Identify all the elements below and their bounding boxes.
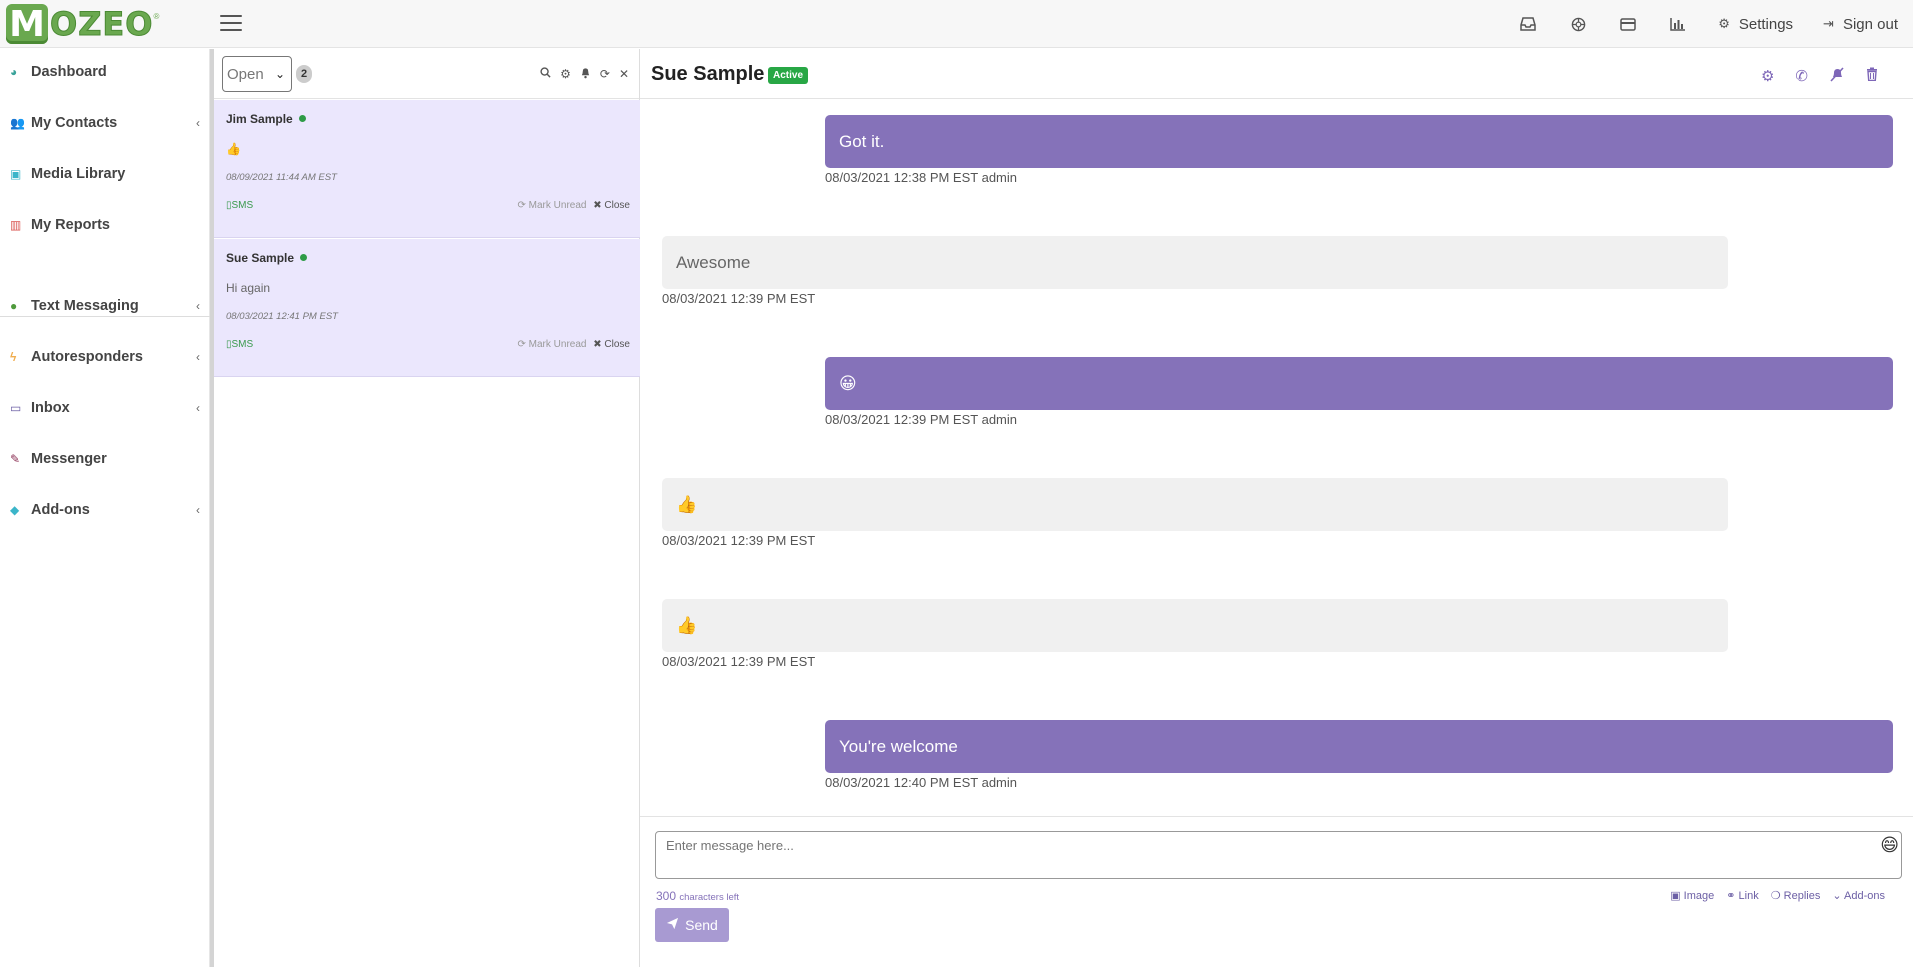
sidebar-item-my-reports[interactable]: ▥ My Reports: [0, 205, 210, 245]
chevron-left-icon: ‹: [196, 350, 200, 364]
incoming-message-bubble: Awesome: [662, 236, 1728, 289]
chevron-left-icon: ‹: [196, 299, 200, 313]
status-filter-select[interactable]: Open ⌄: [222, 56, 292, 92]
outgoing-message-bubble: You're welcome: [825, 720, 1893, 773]
top-navbar: M OZEO ® ⚙ Settings ⇥ Sign out: [0, 0, 1913, 48]
bar-chart-icon[interactable]: [1653, 0, 1703, 48]
message-meta: 08/03/2021 12:38 PM EST admin: [825, 170, 1017, 185]
settings-link[interactable]: ⚙ Settings: [1703, 0, 1808, 48]
message-meta: 08/03/2021 12:39 PM EST: [662, 654, 816, 669]
chevron-down-icon: ⌄: [1832, 890, 1842, 902]
bell-icon[interactable]: [580, 67, 591, 82]
sidebar-item-autoresponders[interactable]: ϟ Autoresponders ‹: [0, 337, 210, 377]
bar-chart-icon: ▥: [10, 218, 22, 232]
sidebar-item-messenger[interactable]: ✎ Messenger: [0, 439, 210, 479]
sms-channel-label: ▯SMS: [226, 339, 254, 350]
incoming-message-bubble: 👍: [662, 478, 1728, 531]
trash-icon[interactable]: [1866, 67, 1878, 86]
close-icon[interactable]: ✕: [619, 67, 629, 82]
inbox-icon: ▭: [10, 401, 22, 415]
message-meta: 08/03/2021 12:39 PM EST: [662, 291, 816, 306]
sidebar-item-add-ons[interactable]: ◆ Add-ons ‹: [0, 490, 210, 530]
sidebar-item-my-contacts[interactable]: 👥 My Contacts ‹: [0, 103, 210, 143]
credit-card-icon[interactable]: [1603, 0, 1653, 48]
refresh-icon[interactable]: ⟳: [600, 67, 610, 82]
search-icon[interactable]: [540, 67, 551, 82]
chevron-left-icon: ‹: [196, 503, 200, 517]
gear-icon[interactable]: ⚙: [560, 67, 571, 82]
close-conversation-button[interactable]: ✖ Close: [593, 200, 630, 211]
inbox-icon[interactable]: [1503, 0, 1553, 48]
mute-notifications-icon[interactable]: [1829, 67, 1845, 86]
chevron-left-icon: ‹: [196, 116, 200, 130]
chevron-down-icon: ⌄: [274, 67, 285, 81]
users-icon: 👥: [10, 116, 25, 130]
comments-icon: ●: [10, 299, 18, 313]
status-badge: Active: [768, 67, 809, 84]
bolt-icon: ϟ: [10, 350, 17, 364]
chevron-left-icon: ‹: [196, 401, 200, 415]
insert-image-button[interactable]: ▣ Image: [1670, 889, 1714, 902]
sidebar-item-inbox[interactable]: ▭ Inbox ‹: [0, 388, 210, 428]
sidebar-item-text-messaging[interactable]: ● Text Messaging ‹: [0, 286, 210, 326]
signout-link[interactable]: ⇥ Sign out: [1808, 0, 1913, 48]
diamond-icon: ◆: [10, 503, 20, 517]
sign-out-icon: ⇥: [1823, 16, 1834, 31]
gear-icon[interactable]: ⚙: [1761, 67, 1774, 86]
mozeo-logo[interactable]: M OZEO ®: [6, 4, 159, 45]
phone-icon[interactable]: ✆: [1795, 67, 1808, 86]
globe-icon[interactable]: [1553, 0, 1603, 48]
characters-left-counter: 300 characters left: [656, 889, 740, 903]
online-status-dot: [300, 254, 308, 261]
message-meta: 08/03/2021 12:39 PM EST: [662, 533, 816, 548]
emoji-picker-icon[interactable]: 😄: [1880, 835, 1899, 856]
send-button[interactable]: Send: [655, 908, 729, 942]
sidebar-item-media-library[interactable]: ▣ Media Library: [0, 154, 210, 194]
conversation-item[interactable]: Jim Sample 👍 08/09/2021 11:44 AM EST ▯SM…: [214, 100, 640, 238]
sidebar-item-dashboard[interactable]: ◕ Dashboard: [0, 52, 210, 92]
mark-unread-button[interactable]: ⟳ Mark Unread: [517, 200, 586, 211]
link-icon: ⚭: [1726, 890, 1736, 902]
insert-link-button[interactable]: ⚭ Link: [1726, 889, 1758, 902]
outgoing-message-bubble: 😀: [825, 357, 1893, 410]
plug-icon: ✎: [10, 452, 21, 466]
chat-panel: Sue Sample Active ⚙ ✆ Got it. 08/03/2021…: [640, 49, 1913, 967]
composer-divider: [640, 816, 1913, 817]
incoming-message-bubble: 👍: [662, 599, 1728, 652]
mark-unread-button[interactable]: ⟳ Mark Unread: [517, 339, 586, 350]
conversation-item[interactable]: Sue Sample Hi again 08/03/2021 12:41 PM …: [214, 239, 640, 377]
close-conversation-button[interactable]: ✖ Close: [593, 339, 630, 350]
message-meta: 08/03/2021 12:39 PM EST admin: [825, 412, 1017, 427]
image-icon: ▣: [1670, 890, 1681, 902]
outgoing-message-bubble: Got it.: [825, 115, 1893, 168]
conversation-list-header: Open ⌄ 2 ⚙ ⟳ ✕: [214, 49, 639, 99]
sms-channel-label: ▯SMS: [226, 200, 254, 211]
paper-plane-icon: [666, 917, 679, 933]
image-icon: ▣: [10, 167, 22, 181]
replies-button[interactable]: ❍ Replies: [1771, 889, 1821, 902]
gear-icon: ⚙: [1718, 16, 1730, 31]
conversation-count-badge: 2: [296, 65, 312, 83]
contact-name: Sue Sample: [651, 63, 765, 85]
message-input[interactable]: [655, 831, 1902, 879]
sidebar: ◕ Dashboard 👥 My Contacts ‹ ▣ Media Libr…: [0, 49, 210, 967]
dashboard-icon: ◕: [10, 65, 18, 79]
conversation-list: Open ⌄ 2 ⚙ ⟳ ✕ Jim Sample 👍 08/09/2021 1…: [214, 49, 640, 967]
comments-icon: ❍: [1770, 890, 1781, 902]
hamburger-menu-icon[interactable]: [220, 15, 242, 33]
online-status-dot: [298, 115, 306, 122]
chat-header: Sue Sample Active ⚙ ✆: [640, 49, 1913, 99]
message-meta: 08/03/2021 12:40 PM EST admin: [825, 775, 1017, 790]
addons-dropdown-button[interactable]: ⌄ Add-ons: [1832, 889, 1885, 902]
